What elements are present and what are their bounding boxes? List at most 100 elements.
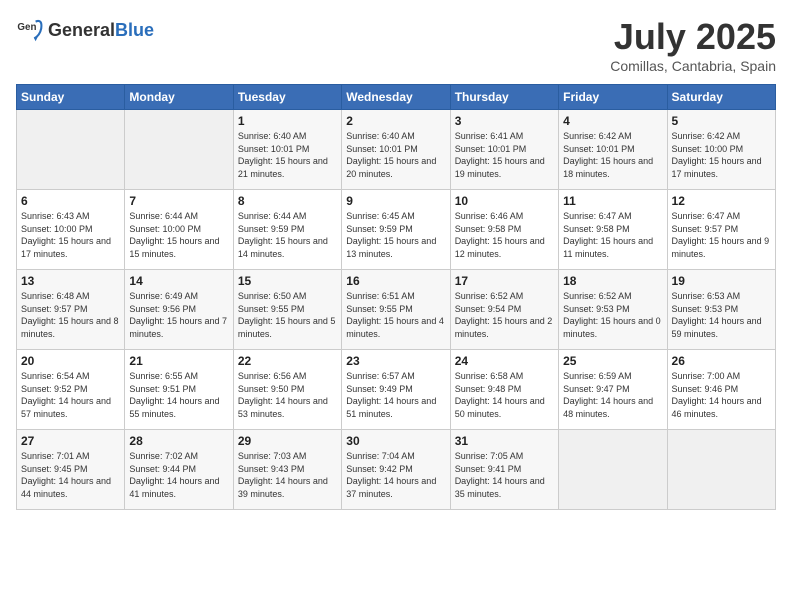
day-number: 23	[346, 354, 445, 368]
day-detail: Sunrise: 6:42 AMSunset: 10:01 PMDaylight…	[563, 130, 662, 180]
calendar-cell: 20 Sunrise: 6:54 AMSunset: 9:52 PMDayligh…	[17, 350, 125, 430]
day-number: 5	[672, 114, 771, 128]
calendar-week-row: 27 Sunrise: 7:01 AMSunset: 9:45 PMDayligh…	[17, 430, 776, 510]
day-number: 28	[129, 434, 228, 448]
weekday-header-row: SundayMondayTuesdayWednesdayThursdayFrid…	[17, 85, 776, 110]
calendar-cell: 17 Sunrise: 6:52 AMSunset: 9:54 PMDayligh…	[450, 270, 558, 350]
title-block: July 2025 Comillas, Cantabria, Spain	[610, 16, 776, 74]
calendar-cell: 5 Sunrise: 6:42 AMSunset: 10:00 PMDayligh…	[667, 110, 775, 190]
calendar-cell: 26 Sunrise: 7:00 AMSunset: 9:46 PMDayligh…	[667, 350, 775, 430]
calendar-week-row: 20 Sunrise: 6:54 AMSunset: 9:52 PMDayligh…	[17, 350, 776, 430]
calendar-cell: 11Sunrise: 6:47 AMSunset: 9:58 PMDayligh…	[559, 190, 667, 270]
calendar-cell: 25Sunrise: 6:59 AMSunset: 9:47 PMDayligh…	[559, 350, 667, 430]
page-header: Gen GeneralBlue July 2025 Comillas, Cant…	[16, 16, 776, 74]
weekday-header-tuesday: Tuesday	[233, 85, 341, 110]
calendar-cell: 15 Sunrise: 6:50 AMSunset: 9:55 PMDayligh…	[233, 270, 341, 350]
calendar-table: SundayMondayTuesdayWednesdayThursdayFrid…	[16, 84, 776, 510]
day-detail: Sunrise: 6:44 AMSunset: 10:00 PMDaylight…	[129, 210, 228, 260]
calendar-cell: 7 Sunrise: 6:44 AMSunset: 10:00 PMDayligh…	[125, 190, 233, 270]
weekday-header-friday: Friday	[559, 85, 667, 110]
day-number: 1	[238, 114, 337, 128]
calendar-cell: 24 Sunrise: 6:58 AMSunset: 9:48 PMDayligh…	[450, 350, 558, 430]
svg-text:Gen: Gen	[17, 22, 36, 33]
calendar-cell: 21 Sunrise: 6:55 AMSunset: 9:51 PMDayligh…	[125, 350, 233, 430]
day-number: 20	[21, 354, 120, 368]
day-number: 22	[238, 354, 337, 368]
day-number: 17	[455, 274, 554, 288]
day-number: 11	[563, 194, 662, 208]
day-number: 27	[21, 434, 120, 448]
day-detail: Sunrise: 6:52 AMSunset: 9:54 PMDaylight:…	[455, 290, 554, 340]
day-number: 9	[346, 194, 445, 208]
day-number: 10	[455, 194, 554, 208]
day-detail: Sunrise: 6:50 AMSunset: 9:55 PMDaylight:…	[238, 290, 337, 340]
calendar-cell: 19Sunrise: 6:53 AMSunset: 9:53 PMDayligh…	[667, 270, 775, 350]
calendar-week-row: 6 Sunrise: 6:43 AMSunset: 10:00 PMDayligh…	[17, 190, 776, 270]
day-number: 12	[672, 194, 771, 208]
day-number: 4	[563, 114, 662, 128]
day-number: 18	[563, 274, 662, 288]
day-number: 16	[346, 274, 445, 288]
day-detail: Sunrise: 6:55 AMSunset: 9:51 PMDaylight:…	[129, 370, 228, 420]
day-detail: Sunrise: 6:44 AMSunset: 9:59 PMDaylight:…	[238, 210, 337, 260]
calendar-cell: 30Sunrise: 7:04 AMSunset: 9:42 PMDayligh…	[342, 430, 450, 510]
calendar-week-row: 13 Sunrise: 6:48 AMSunset: 9:57 PMDayligh…	[17, 270, 776, 350]
calendar-cell: 6 Sunrise: 6:43 AMSunset: 10:00 PMDayligh…	[17, 190, 125, 270]
day-detail: Sunrise: 6:54 AMSunset: 9:52 PMDaylight:…	[21, 370, 120, 420]
calendar-cell: 14Sunrise: 6:49 AMSunset: 9:56 PMDayligh…	[125, 270, 233, 350]
day-detail: Sunrise: 7:03 AMSunset: 9:43 PMDaylight:…	[238, 450, 337, 500]
weekday-header-wednesday: Wednesday	[342, 85, 450, 110]
calendar-cell: 18 Sunrise: 6:52 AMSunset: 9:53 PMDayligh…	[559, 270, 667, 350]
weekday-header-monday: Monday	[125, 85, 233, 110]
calendar-cell: 2Sunrise: 6:40 AMSunset: 10:01 PMDayligh…	[342, 110, 450, 190]
calendar-cell: 16 Sunrise: 6:51 AMSunset: 9:55 PMDayligh…	[342, 270, 450, 350]
logo-icon: Gen	[16, 16, 44, 44]
day-detail: Sunrise: 6:56 AMSunset: 9:50 PMDaylight:…	[238, 370, 337, 420]
calendar-cell: 13 Sunrise: 6:48 AMSunset: 9:57 PMDayligh…	[17, 270, 125, 350]
day-number: 3	[455, 114, 554, 128]
day-number: 15	[238, 274, 337, 288]
day-detail: Sunrise: 6:41 AMSunset: 10:01 PMDaylight…	[455, 130, 554, 180]
day-detail: Sunrise: 6:58 AMSunset: 9:48 PMDaylight:…	[455, 370, 554, 420]
day-number: 6	[21, 194, 120, 208]
weekday-header-sunday: Sunday	[17, 85, 125, 110]
day-number: 7	[129, 194, 228, 208]
weekday-header-saturday: Saturday	[667, 85, 775, 110]
calendar-cell: 10Sunrise: 6:46 AMSunset: 9:58 PMDayligh…	[450, 190, 558, 270]
day-detail: Sunrise: 6:47 AMSunset: 9:57 PMDaylight:…	[672, 210, 771, 260]
day-detail: Sunrise: 6:43 AMSunset: 10:00 PMDaylight…	[21, 210, 120, 260]
day-detail: Sunrise: 6:59 AMSunset: 9:47 PMDaylight:…	[563, 370, 662, 420]
day-detail: Sunrise: 6:57 AMSunset: 9:49 PMDaylight:…	[346, 370, 445, 420]
day-number: 8	[238, 194, 337, 208]
day-detail: Sunrise: 6:40 AMSunset: 10:01 PMDaylight…	[238, 130, 337, 180]
day-number: 2	[346, 114, 445, 128]
day-number: 21	[129, 354, 228, 368]
day-number: 26	[672, 354, 771, 368]
day-number: 24	[455, 354, 554, 368]
calendar-cell: 27 Sunrise: 7:01 AMSunset: 9:45 PMDayligh…	[17, 430, 125, 510]
calendar-title: July 2025	[610, 16, 776, 58]
logo-general: General	[48, 20, 115, 40]
calendar-cell: 28Sunrise: 7:02 AMSunset: 9:44 PMDayligh…	[125, 430, 233, 510]
day-detail: Sunrise: 7:05 AMSunset: 9:41 PMDaylight:…	[455, 450, 554, 500]
day-number: 13	[21, 274, 120, 288]
day-number: 30	[346, 434, 445, 448]
weekday-header-thursday: Thursday	[450, 85, 558, 110]
calendar-cell: 29 Sunrise: 7:03 AMSunset: 9:43 PMDayligh…	[233, 430, 341, 510]
day-detail: Sunrise: 6:52 AMSunset: 9:53 PMDaylight:…	[563, 290, 662, 340]
day-detail: Sunrise: 7:01 AMSunset: 9:45 PMDaylight:…	[21, 450, 120, 500]
day-number: 29	[238, 434, 337, 448]
calendar-cell	[17, 110, 125, 190]
day-number: 31	[455, 434, 554, 448]
calendar-location: Comillas, Cantabria, Spain	[610, 58, 776, 74]
day-detail: Sunrise: 7:00 AMSunset: 9:46 PMDaylight:…	[672, 370, 771, 420]
day-detail: Sunrise: 6:51 AMSunset: 9:55 PMDaylight:…	[346, 290, 445, 340]
day-detail: Sunrise: 6:48 AMSunset: 9:57 PMDaylight:…	[21, 290, 120, 340]
day-detail: Sunrise: 6:45 AMSunset: 9:59 PMDaylight:…	[346, 210, 445, 260]
calendar-cell: 22 Sunrise: 6:56 AMSunset: 9:50 PMDayligh…	[233, 350, 341, 430]
calendar-cell	[667, 430, 775, 510]
calendar-cell	[559, 430, 667, 510]
calendar-cell: 9 Sunrise: 6:45 AMSunset: 9:59 PMDaylight…	[342, 190, 450, 270]
day-detail: Sunrise: 6:42 AMSunset: 10:00 PMDaylight…	[672, 130, 771, 180]
day-number: 14	[129, 274, 228, 288]
